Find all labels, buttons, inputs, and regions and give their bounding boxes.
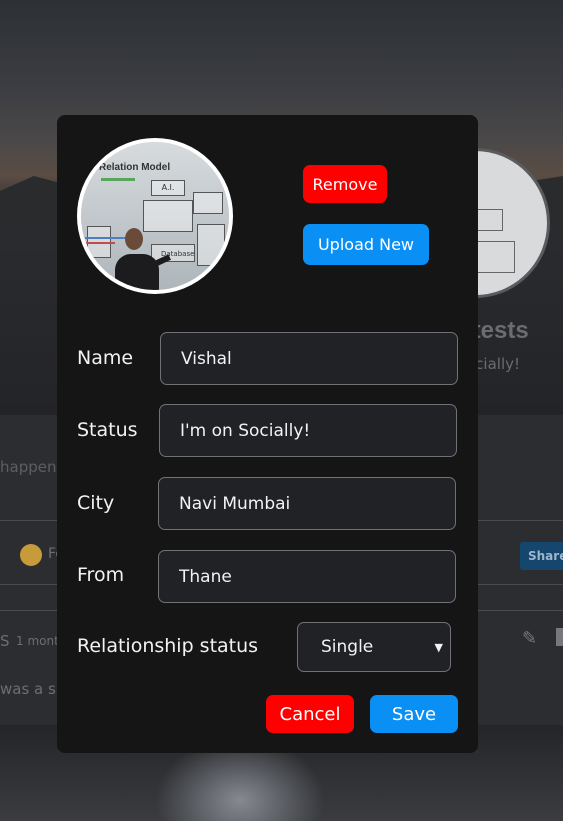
avatar-caption: Relation Model — [99, 162, 171, 173]
background-share-button: Share — [520, 542, 563, 570]
name-label: Name — [77, 347, 134, 369]
avatar-box-label: A.I. — [151, 180, 185, 196]
from-input[interactable] — [158, 550, 456, 603]
cancel-button[interactable]: Cancel — [266, 695, 354, 733]
pencil-icon: ✎ — [522, 628, 538, 649]
relationship-status-select[interactable]: Single ▼ — [297, 622, 451, 672]
profile-avatar: Relation Model A.I. Database — [77, 138, 233, 294]
background-post-text: was a su — [0, 680, 66, 698]
background-post-time: 1 mont — [16, 634, 59, 648]
edit-profile-modal: Relation Model A.I. Database Remove Uplo… — [57, 115, 478, 753]
background-post-input: happen — [0, 458, 57, 476]
chevron-down-icon: ▼ — [434, 641, 443, 654]
status-input[interactable] — [159, 404, 457, 457]
relationship-status-value: Single — [321, 637, 374, 657]
trash-icon — [556, 628, 563, 646]
upload-photo-button[interactable]: Upload New — [303, 224, 429, 265]
remove-photo-button[interactable]: Remove — [303, 165, 387, 203]
name-input[interactable] — [160, 332, 458, 385]
relationship-status-label: Relationship status — [77, 635, 259, 657]
background-post-author: S — [0, 632, 10, 650]
city-label: City — [77, 492, 115, 514]
from-label: From — [77, 564, 125, 586]
city-input[interactable] — [158, 477, 456, 530]
status-label: Status — [77, 419, 138, 441]
save-button[interactable]: Save — [370, 695, 458, 733]
feeling-emoji-icon — [20, 544, 42, 566]
